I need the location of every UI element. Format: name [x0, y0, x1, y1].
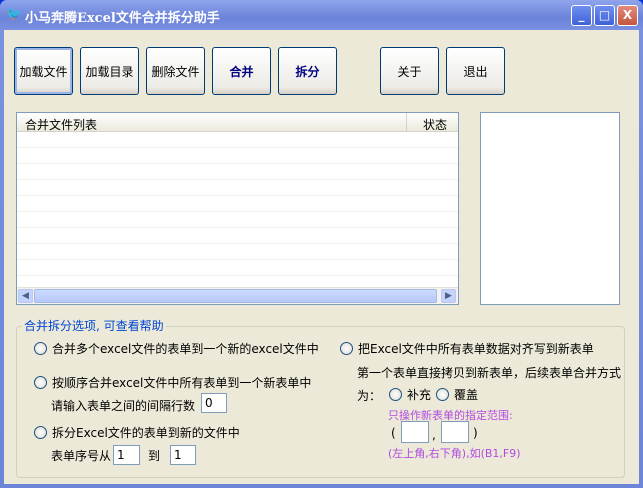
radio-icon[interactable] — [340, 342, 353, 355]
option-label: 按顺序合并excel文件中所有表单到一个新表单中 — [52, 376, 312, 390]
client-area: 加载文件 加载目录 删除文件 合并 拆分 关于 退出 合并文件列表 状态 ◀ ▶… — [4, 30, 639, 484]
sheet-to-input[interactable]: 1 — [170, 445, 196, 465]
title-bar: 🐦 小马奔腾Excel文件合并拆分助手 _ □ X — [0, 0, 643, 30]
mode-append-radio[interactable]: 补充 — [389, 386, 431, 403]
sheet-from-input[interactable]: 1 — [113, 445, 140, 465]
scroll-left-icon[interactable]: ◀ — [18, 289, 33, 303]
gap-label: 请输入表单之间的间隔行数 — [51, 399, 196, 413]
sheet-from-label: 表单序号从 — [51, 449, 112, 463]
paren-close: ) — [473, 426, 478, 440]
maximize-button[interactable]: □ — [594, 5, 615, 26]
list-header: 合并文件列表 状态 — [17, 113, 458, 132]
options-group-label[interactable]: 合并拆分选项, 可查看帮助 — [22, 317, 166, 334]
col-status-header[interactable]: 状态 — [423, 116, 447, 133]
option-label: 覆盖 — [454, 388, 479, 402]
horizontal-scrollbar[interactable]: ◀ ▶ — [17, 287, 458, 304]
range-hint: (左上角,右下角),如(B1,F9) — [388, 447, 521, 460]
option-label: 合并多个excel文件的表单到一个新的excel文件中 — [52, 342, 319, 356]
scroll-right-icon[interactable]: ▶ — [441, 289, 456, 303]
radio-icon[interactable] — [436, 388, 449, 401]
gap-input[interactable]: 0 — [201, 393, 227, 413]
scrollbar-thumb[interactable] — [34, 289, 437, 303]
radio-icon[interactable] — [34, 342, 47, 355]
log-panel — [480, 112, 620, 305]
bird-app-icon: 🐦 — [6, 7, 23, 22]
range-from-input[interactable] — [401, 421, 429, 443]
option-align-sheets[interactable]: 把Excel文件中所有表单数据对齐写到新表单 — [340, 340, 594, 357]
merge-button[interactable]: 合并 — [212, 47, 271, 95]
option-split[interactable]: 拆分Excel文件的表单到新的文件中 — [34, 424, 240, 441]
list-rows — [17, 132, 458, 287]
close-button[interactable]: X — [617, 5, 638, 26]
comma: , — [432, 428, 436, 442]
option-merge-files[interactable]: 合并多个excel文件的表单到一个新的excel文件中 — [34, 340, 319, 357]
option-label: 补充 — [407, 388, 432, 402]
option-label: 把Excel文件中所有表单数据对齐写到新表单 — [358, 342, 594, 356]
paren-open: ( — [391, 426, 396, 440]
load-dir-button[interactable]: 加载目录 — [80, 47, 139, 95]
app-window: 🐦 小马奔腾Excel文件合并拆分助手 _ □ X 加载文件 加载目录 删除文件… — [0, 0, 643, 488]
delete-file-button[interactable]: 删除文件 — [146, 47, 205, 95]
option-merge-sheets[interactable]: 按顺序合并excel文件中所有表单到一个新表单中 — [34, 374, 311, 391]
col-files-header[interactable]: 合并文件列表 — [25, 116, 97, 133]
to-label: 到 — [148, 449, 161, 463]
merge-desc-2: 为： — [357, 389, 382, 403]
option-label: 拆分Excel文件的表单到新的文件中 — [52, 426, 240, 440]
about-button[interactable]: 关于 — [380, 47, 439, 95]
file-list[interactable]: 合并文件列表 状态 ◀ ▶ — [16, 112, 459, 305]
split-button[interactable]: 拆分 — [278, 47, 337, 95]
range-to-input[interactable] — [441, 421, 469, 443]
radio-icon[interactable] — [34, 426, 47, 439]
mode-overwrite-radio[interactable]: 覆盖 — [436, 386, 478, 403]
radio-icon[interactable] — [34, 376, 47, 389]
radio-icon[interactable] — [389, 388, 402, 401]
minimize-button[interactable]: _ — [571, 5, 592, 26]
window-title: 小马奔腾Excel文件合并拆分助手 — [25, 11, 220, 26]
load-file-button[interactable]: 加载文件 — [14, 47, 73, 95]
merge-desc: 第一个表单直接拷贝到新表单，后续表单合并方式 — [357, 366, 622, 380]
exit-button[interactable]: 退出 — [446, 47, 505, 95]
